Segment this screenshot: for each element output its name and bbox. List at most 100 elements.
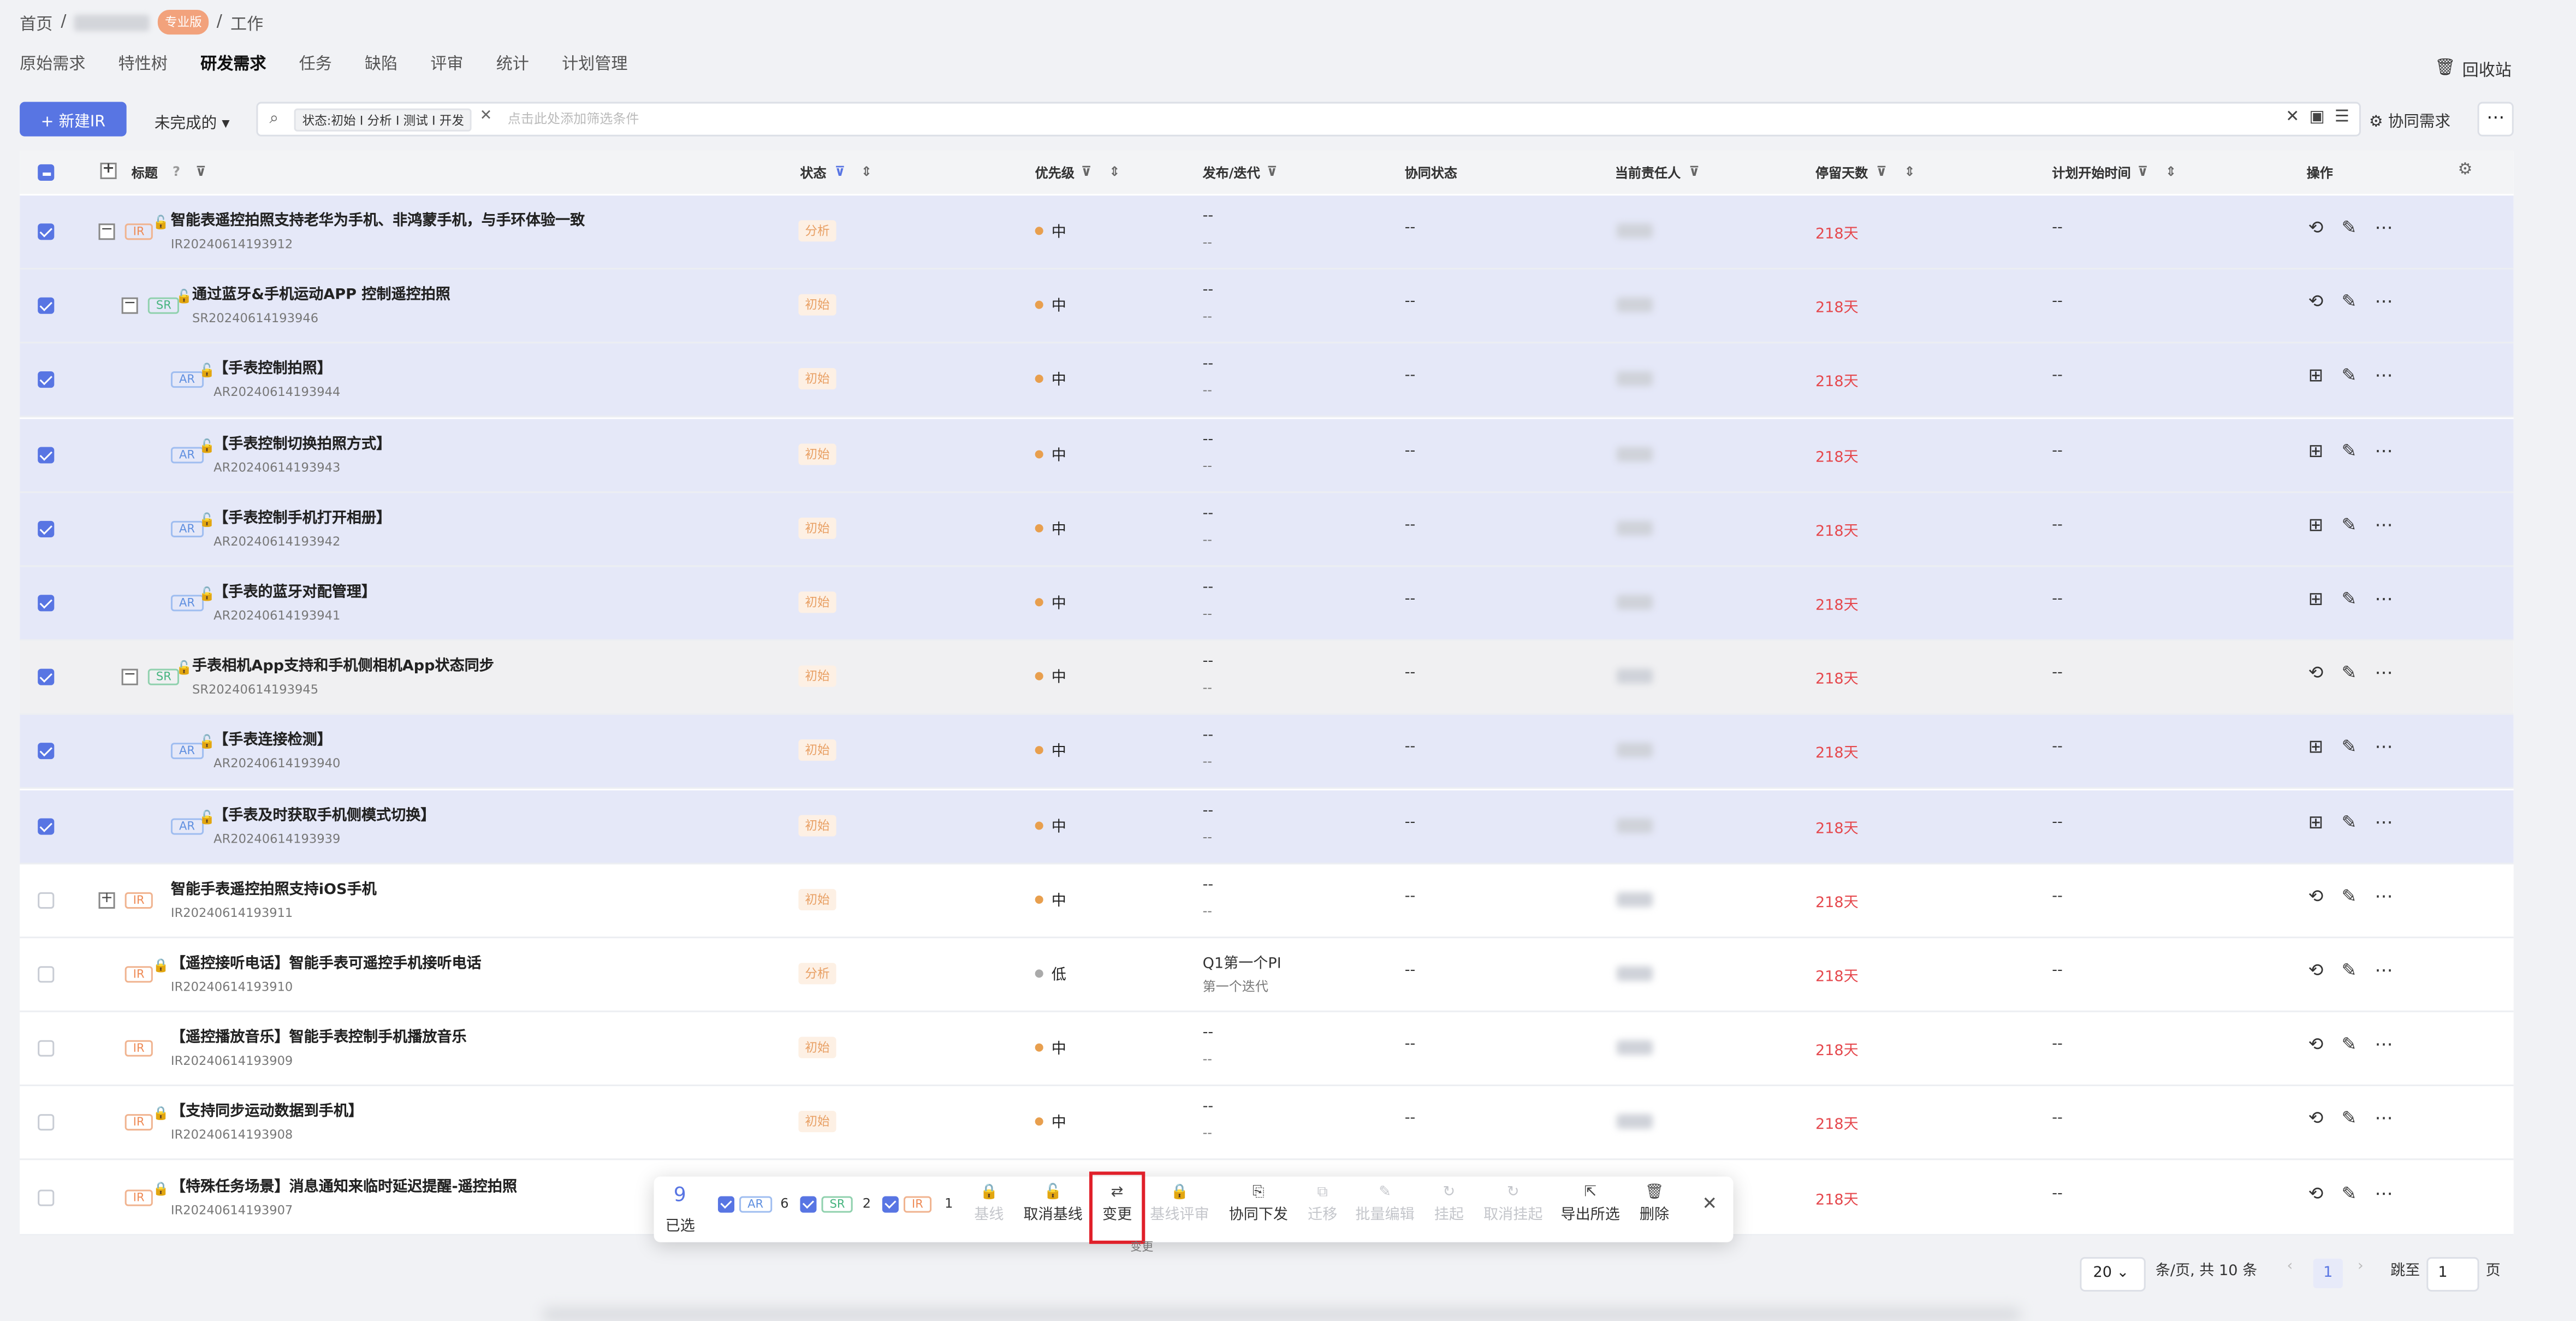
row-title[interactable]: 【遥控接听电话】智能手表可遥控手机接听电话 [171, 951, 482, 973]
row-title[interactable]: 【特殊任务场景】消息通知来临时延迟提醒-遥控拍照 [171, 1174, 517, 1195]
tab-5[interactable]: 评审 [430, 54, 463, 84]
row-expand-toggle-icon[interactable]: − [121, 668, 138, 686]
tab-3[interactable]: 任务 [299, 54, 332, 84]
table-row[interactable]: AR 🔓 【手表的蓝牙对配管理】 AR20240614193941 初始中 -- -- -- 2… [20, 567, 2514, 641]
more-icon[interactable]: ⋯ [2375, 291, 2393, 312]
row-title[interactable]: 【手表的蓝牙对配管理】 [213, 580, 376, 601]
row-checkbox[interactable] [38, 669, 55, 686]
row-title[interactable]: 【遥控播放音乐】智能手表控制手机播放音乐 [171, 1026, 467, 1047]
bulk-action-10[interactable]: 🗑 删除 [1622, 1183, 1687, 1224]
priority-cell[interactable]: 中 [1035, 888, 1066, 910]
row-action-icon[interactable]: ⟲ [2308, 662, 2324, 684]
sort-icon[interactable]: ⇕ [1904, 164, 1915, 179]
more-icon[interactable]: ⋯ [2375, 662, 2393, 684]
more-icon[interactable]: ⋯ [2375, 811, 2393, 832]
status-badge[interactable]: 初始 [798, 517, 836, 539]
filter-icon[interactable]: ⊽ [1876, 164, 1887, 179]
priority-cell[interactable]: 中 [1035, 220, 1066, 241]
bulk-action-4[interactable]: ⎘ 协同下发 [1226, 1183, 1291, 1224]
priority-cell[interactable]: 中 [1035, 591, 1066, 613]
page-1-button[interactable]: 1 [2313, 1258, 2343, 1289]
edit-icon[interactable]: ✎ [2341, 737, 2357, 758]
priority-cell[interactable]: 中 [1035, 369, 1066, 390]
filter-icon[interactable]: ⊽ [835, 164, 846, 179]
more-icon[interactable]: ⋯ [2375, 885, 2393, 907]
recycle-bin-button[interactable]: 🗑 回收站 [2435, 56, 2512, 80]
table-row[interactable]: IR 🔒 【支持同步运动数据到手机】 IR20240614193908 初始 中 -- -- -… [20, 1087, 2514, 1161]
bulk-action-5[interactable]: ⧉ 迁移 [1290, 1183, 1355, 1224]
tab-2[interactable]: 研发需求 [200, 54, 266, 84]
jump-page-input[interactable]: 1 [2426, 1257, 2479, 1292]
row-checkbox[interactable] [38, 1189, 55, 1206]
filter-placeholder[interactable]: 点击此处添加筛选条件 [508, 110, 639, 128]
row-expand-toggle-icon[interactable]: − [98, 223, 115, 240]
more-icon[interactable]: ⋯ [2375, 588, 2393, 609]
more-icon[interactable]: ⋯ [2375, 440, 2393, 461]
priority-cell[interactable]: 中 [1035, 740, 1066, 761]
row-title[interactable]: 【手表控制手机打开相册】 [213, 506, 391, 527]
row-action-icon[interactable]: ⟲ [2308, 1108, 2324, 1129]
table-row[interactable]: AR 🔓 【手表连接检测】 AR20240614193940 初始中 -- -- -- 218天… [20, 715, 2514, 790]
bulk-action-0[interactable]: 🔒 基线 [956, 1183, 1022, 1224]
type-filter-checkbox[interactable] [800, 1196, 817, 1213]
status-badge[interactable]: 初始 [798, 888, 836, 910]
row-action-icon[interactable]: ⟲ [2308, 1034, 2324, 1055]
more-icon[interactable]: ⋯ [2375, 217, 2393, 238]
edit-icon[interactable]: ✎ [2341, 588, 2357, 609]
tab-7[interactable]: 计划管理 [562, 54, 627, 84]
row-title[interactable]: 【手表控制切换拍照方式】 [213, 431, 391, 453]
table-row[interactable]: + IR 智能手表遥控拍照支持iOS手机 IR20240614193911 初始 中 -- -… [20, 864, 2514, 938]
row-checkbox[interactable] [38, 372, 55, 389]
more-icon[interactable]: ⋯ [2375, 959, 2393, 981]
row-checkbox[interactable] [38, 595, 55, 612]
close-icon[interactable]: ✕ [1702, 1193, 1717, 1215]
type-filter-checkbox[interactable] [882, 1196, 899, 1213]
row-title[interactable]: 智能手表遥控拍照支持iOS手机 [171, 877, 377, 898]
row-title[interactable]: 智能表遥控拍照支持老华为手机、非鸿蒙手机，与手环体验一致 [171, 209, 585, 230]
row-title[interactable]: 【支持同步运动数据到手机】 [171, 1100, 363, 1121]
row-title[interactable]: 手表相机App支持和手机侧相机App状态同步 [192, 654, 494, 676]
bulk-action-7[interactable]: ↻ 挂起 [1416, 1183, 1482, 1224]
more-icon[interactable]: ⋯ [2375, 365, 2393, 387]
bulk-action-1[interactable]: 🔓 取消基线 [1020, 1183, 1086, 1224]
expand-all-icon[interactable]: + [100, 162, 117, 179]
tab-6[interactable]: 统计 [496, 54, 529, 84]
status-badge[interactable]: 分析 [798, 963, 836, 985]
edit-icon[interactable]: ✎ [2341, 885, 2357, 907]
sort-icon[interactable]: ⇕ [2165, 164, 2176, 179]
status-badge[interactable]: 初始 [798, 814, 836, 836]
select-all-checkbox[interactable] [38, 164, 55, 181]
row-checkbox[interactable] [38, 1115, 55, 1132]
edit-icon[interactable]: ✎ [2341, 959, 2357, 981]
row-action-icon[interactable]: ⊞ [2308, 737, 2324, 758]
next-page-icon[interactable]: › [2358, 1259, 2364, 1275]
row-action-icon[interactable]: ⊞ [2308, 365, 2324, 387]
save-icon[interactable]: ▣ [2309, 109, 2324, 127]
row-expand-toggle-icon[interactable]: + [98, 891, 115, 909]
edit-icon[interactable]: ✎ [2341, 1034, 2357, 1055]
filter-icon[interactable]: ⊽ [2138, 164, 2148, 179]
blurred-project-name[interactable] [74, 14, 150, 31]
priority-cell[interactable]: 中 [1035, 443, 1066, 464]
row-action-icon[interactable]: ⊞ [2308, 588, 2324, 609]
clear-icon[interactable]: ✕ [2286, 109, 2299, 127]
status-badge[interactable]: 初始 [798, 369, 836, 390]
more-button[interactable]: ⋯ [2477, 102, 2514, 137]
edit-icon[interactable]: ✎ [2341, 514, 2357, 535]
sort-icon[interactable]: ⇕ [1109, 164, 1120, 179]
status-badge[interactable]: 分析 [798, 220, 836, 242]
bulk-action-9[interactable]: ⇱ 导出所选 [1558, 1183, 1623, 1224]
table-row[interactable]: − IR 🔓 智能表遥控拍照支持老华为手机、非鸿蒙手机，与手环体验一致 IR202406… [20, 196, 2514, 270]
status-badge[interactable]: 初始 [798, 294, 836, 316]
edit-icon[interactable]: ✎ [2341, 662, 2357, 684]
row-checkbox[interactable] [38, 520, 55, 537]
page-size-select[interactable]: 20 ⌄ [2080, 1257, 2146, 1292]
table-row[interactable]: AR 🔓 【手表及时获取手机侧模式切换】 AR20240614193939 初始中 -- -… [20, 790, 2514, 864]
more-icon[interactable]: ⋯ [2375, 514, 2393, 535]
table-row[interactable]: AR 🔓 【手表控制切换拍照方式】 AR20240614193943 初始中 -- -- --… [20, 418, 2514, 493]
list-settings-icon[interactable]: ☰ [2335, 109, 2349, 127]
priority-cell[interactable]: 中 [1035, 666, 1066, 687]
filter-icon[interactable]: ⊽ [1267, 164, 1278, 179]
row-action-icon[interactable]: ⟲ [2308, 959, 2324, 981]
table-row[interactable]: AR 🔓 【手表控制手机打开相册】 AR20240614193942 初始中 -- -- --… [20, 493, 2514, 567]
